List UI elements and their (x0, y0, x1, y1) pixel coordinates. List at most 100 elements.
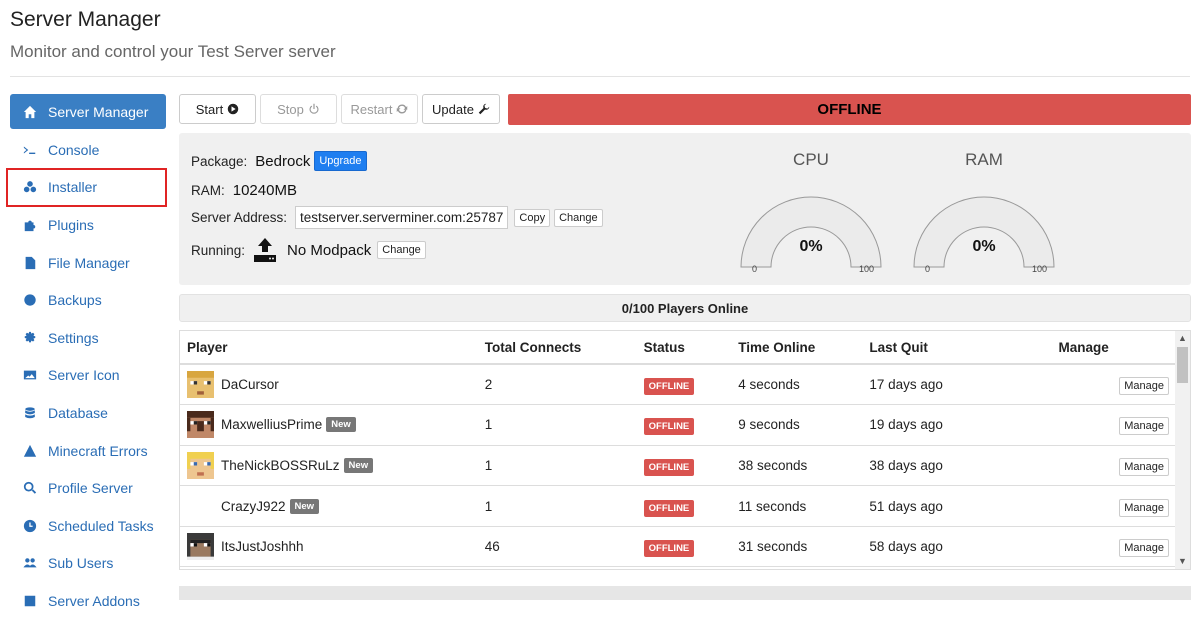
sidebar-item-label: Console (48, 141, 100, 158)
player-name[interactable]: MaxwelliusPrime (221, 417, 322, 432)
stop-button-label: Stop (277, 101, 304, 117)
sidebar-item-plugins[interactable]: Plugins (10, 206, 166, 244)
package-value: Bedrock (255, 152, 311, 170)
player-name[interactable]: DaCursor (221, 377, 279, 392)
time-online: 4 seconds (731, 364, 863, 406)
server-info-panel: Package: Bedrock Upgrade RAM: 10240MB Se… (179, 133, 1191, 285)
users-icon (22, 555, 38, 571)
play-circle-icon (227, 103, 239, 115)
update-button[interactable]: Update (422, 94, 500, 124)
page-title: Server Manager (10, 8, 161, 31)
total-connects: 2 (477, 364, 637, 406)
player-name[interactable]: ItsJustJoshhh (221, 539, 304, 554)
refresh-icon (397, 104, 408, 114)
table-row: CrazyJ922 New 1 OFFLINE 11 seconds 51 da… (180, 485, 1176, 527)
header-divider (10, 76, 1190, 77)
cpu-gauge: CPU 0% 0 100 (736, 150, 886, 274)
scrollbar-thumb[interactable] (1177, 347, 1188, 383)
ram-gauge-value: 0% (972, 238, 996, 255)
sidebar-item-label: Database (48, 404, 108, 421)
sidebar-item-label: File Manager (48, 254, 130, 271)
col-player: Player (180, 331, 478, 365)
home-icon (22, 104, 38, 120)
status-badge: OFFLINE (643, 378, 695, 396)
scroll-down-icon[interactable]: ▼ (1175, 554, 1190, 569)
last-quit: 19 days ago (862, 404, 992, 446)
change-address-button[interactable]: Change (554, 208, 603, 227)
ram-gauge-title: RAM (965, 150, 1003, 169)
player-avatar-empty (187, 493, 214, 520)
time-online: 31 seconds (731, 526, 863, 568)
sidebar-item-label: Settings (48, 329, 99, 346)
sidebar-item-console[interactable]: Console (10, 131, 166, 169)
gear-icon (22, 330, 38, 346)
sidebar-item-scheduled-tasks[interactable]: Scheduled Tasks (10, 507, 166, 545)
time-online: 11 seconds (731, 485, 863, 527)
cpu-gauge-min: 0 (752, 264, 758, 274)
table-row: DaCursor 2 OFFLINE 4 seconds 17 days ago… (180, 364, 1176, 406)
restart-button[interactable]: Restart (341, 94, 418, 124)
manage-button[interactable]: Manage (1119, 539, 1169, 558)
clock-icon (22, 518, 38, 534)
address-label: Server Address: (191, 210, 288, 225)
sidebar-item-database[interactable]: Database (10, 394, 166, 432)
table-row: MaxwelliusPrime New 1 OFFLINE 9 seconds … (180, 404, 1176, 446)
ram-row: RAM: 10240MB (191, 182, 297, 199)
sidebar-nav: Server Manager Console Installer Plugins… (10, 94, 166, 620)
server-address-field[interactable]: testserver.serverminer.com:25787 (295, 206, 509, 229)
start-button[interactable]: Start (179, 94, 256, 124)
player-avatar (187, 411, 214, 439)
ram-label: RAM: (191, 183, 225, 198)
total-connects: 46 (477, 526, 637, 568)
table-header-row: Player Total Connects Status Time Online… (180, 331, 1176, 365)
globe-icon (22, 292, 38, 308)
manage-button[interactable]: Manage (1119, 457, 1169, 476)
sidebar-item-server-icon[interactable]: Server Icon (10, 357, 166, 395)
table-scrollbar[interactable]: ▲ ▼ (1175, 331, 1190, 569)
sidebar-item-label: Plugins (48, 216, 94, 233)
manage-button[interactable]: Manage (1119, 417, 1169, 436)
player-name[interactable]: CrazyJ922 (221, 499, 286, 514)
wrench-icon (478, 103, 490, 115)
ram-gauge-max: 100 (1031, 264, 1047, 274)
sidebar-item-sub-users[interactable]: Sub Users (10, 545, 166, 583)
sidebar-item-profile-server[interactable]: Profile Server (10, 469, 166, 507)
ram-gauge-min: 0 (925, 264, 931, 274)
ram-gauge-arc (913, 196, 1055, 268)
manage-button[interactable]: Manage (1119, 377, 1169, 396)
sidebar-item-minecraft-errors[interactable]: Minecraft Errors (10, 432, 166, 470)
players-online-summary: 0/100 Players Online (179, 294, 1191, 322)
col-last-quit: Last Quit (862, 331, 992, 365)
running-row: Running: No Modpack Change (191, 237, 430, 263)
sidebar-item-file-manager[interactable]: File Manager (10, 244, 166, 282)
cpu-gauge-title: CPU (793, 150, 829, 169)
new-badge: New (343, 457, 374, 473)
cubes-icon (22, 179, 38, 195)
player-avatar (187, 451, 214, 479)
sidebar-item-server-manager[interactable]: Server Manager (10, 94, 166, 129)
server-status-banner: OFFLINE (508, 94, 1191, 125)
cpu-gauge-value: 0% (799, 238, 823, 255)
file-icon (22, 255, 38, 271)
puzzle-icon (22, 217, 38, 233)
upgrade-button[interactable]: Upgrade (314, 151, 367, 171)
bottom-panel-edge (179, 586, 1191, 600)
scroll-up-icon[interactable]: ▲ (1175, 331, 1190, 346)
sidebar-item-settings[interactable]: Settings (10, 319, 166, 357)
sidebar-item-installer[interactable]: Installer (10, 169, 166, 207)
upload-icon (253, 237, 277, 263)
last-quit: 38 days ago (862, 445, 992, 487)
manage-button[interactable]: Manage (1119, 498, 1169, 517)
copy-address-button[interactable]: Copy (514, 208, 551, 227)
sidebar-item-backups[interactable]: Backups (10, 281, 166, 319)
sidebar-item-server-addons[interactable]: Server Addons (10, 582, 166, 620)
stop-button[interactable]: Stop (260, 94, 337, 124)
sidebar-item-label: Minecraft Errors (48, 442, 148, 459)
col-time-online: Time Online (731, 331, 863, 365)
status-badge: OFFLINE (643, 540, 695, 558)
player-name[interactable]: TheNickBOSSRuLz (221, 458, 340, 473)
players-table: Player Total Connects Status Time Online… (180, 331, 1176, 568)
search-icon (22, 480, 38, 496)
time-online: 38 seconds (731, 445, 863, 487)
change-modpack-button[interactable]: Change (377, 241, 426, 259)
